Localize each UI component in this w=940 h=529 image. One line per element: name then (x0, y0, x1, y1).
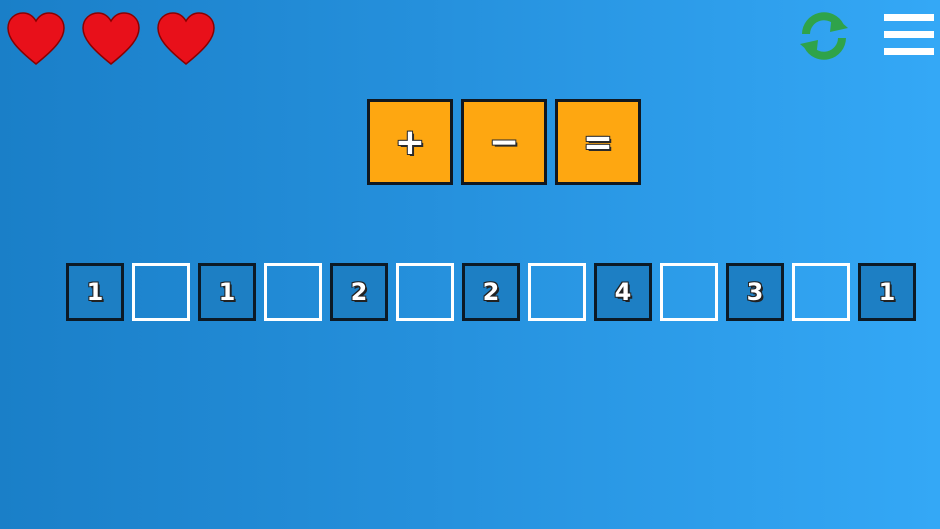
heart-icon (157, 12, 215, 65)
number-tile: 3 (726, 263, 784, 321)
plus-operator-tile[interactable]: + (367, 99, 453, 185)
menu-icon[interactable] (882, 12, 936, 58)
number-tile: 1 (858, 263, 916, 321)
number-tile: 2 (462, 263, 520, 321)
lives-display (6, 12, 216, 66)
operator-slot[interactable] (396, 263, 454, 321)
minus-operator-tile[interactable]: − (461, 99, 547, 185)
operator-slot[interactable] (792, 263, 850, 321)
equals-operator-tile[interactable]: = (555, 99, 641, 185)
heart-icon (7, 12, 65, 65)
equation-row: 1 1 2 2 4 3 1 (66, 263, 916, 321)
number-tile: 2 (330, 263, 388, 321)
operator-slot[interactable] (264, 263, 322, 321)
number-tile: 4 (594, 263, 652, 321)
operator-slot[interactable] (528, 263, 586, 321)
operator-palette: + − = (367, 99, 641, 185)
number-tile: 1 (198, 263, 256, 321)
number-tile: 1 (66, 263, 124, 321)
operator-slot[interactable] (132, 263, 190, 321)
refresh-icon[interactable] (796, 8, 852, 64)
operator-slot[interactable] (660, 263, 718, 321)
heart-icon (82, 12, 140, 65)
